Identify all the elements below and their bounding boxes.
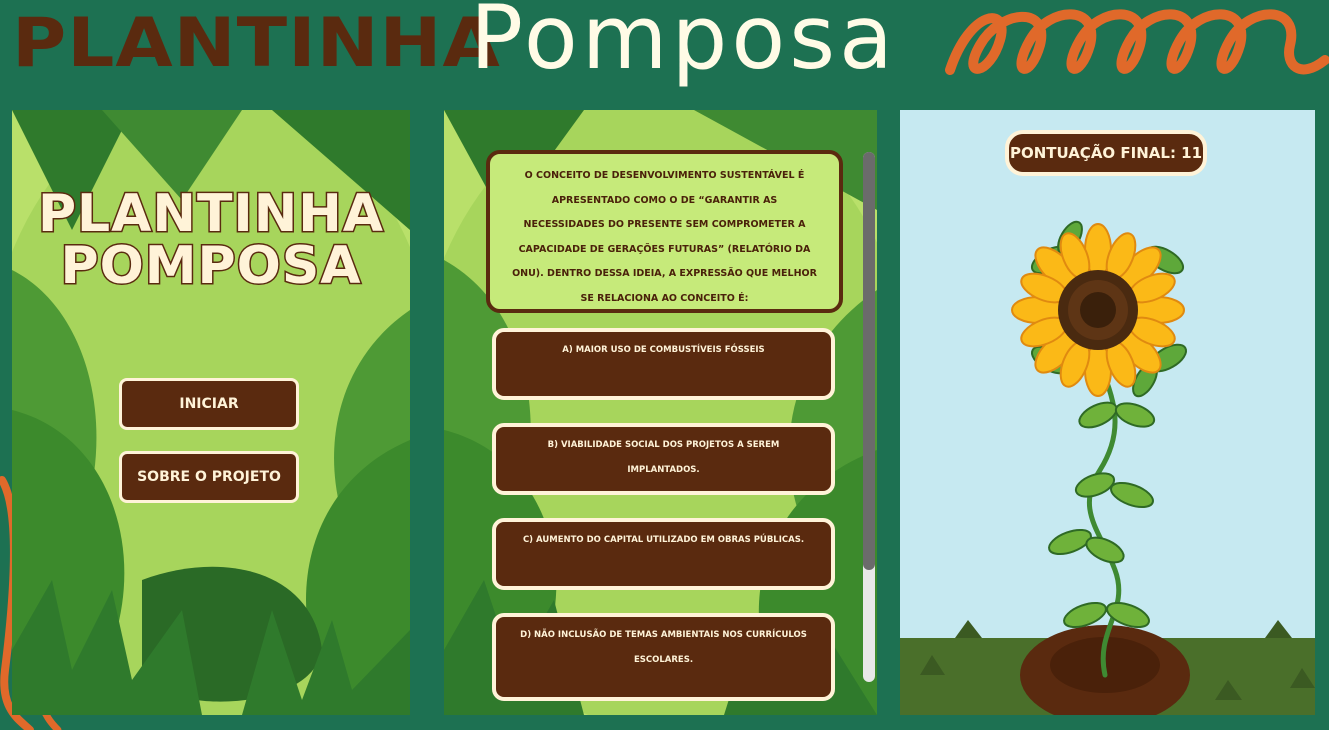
question-card: O conceito de desenvolvimento sustentáve…	[486, 150, 843, 313]
answer-option-a[interactable]: a) maior uso de combustíveis fósseis	[492, 328, 835, 400]
header: PLANTINHA Pomposa	[0, 0, 1329, 100]
game-logo: PLANTINHA POMPOSA	[12, 184, 410, 296]
start-button[interactable]: INICIAR	[119, 378, 299, 430]
answer-option-c[interactable]: c) aumento do capital utilizado em obras…	[492, 518, 835, 590]
decorative-scribble	[945, 9, 1329, 75]
title-plantinha: PLANTINHA	[12, 3, 501, 83]
logo-line-1: PLANTINHA	[36, 184, 385, 244]
sunflower-scene	[900, 110, 1315, 715]
final-score-badge: PONTUAÇÃO FINAL: 11	[1005, 130, 1207, 176]
about-project-button[interactable]: SOBRE O PROJETO	[119, 451, 299, 503]
quiz-screen: O conceito de desenvolvimento sustentáve…	[444, 110, 877, 715]
title-pomposa: Pomposa	[470, 0, 897, 89]
answer-option-b[interactable]: b) viabilidade social dos projetos a ser…	[492, 423, 835, 495]
logo-line-2: POMPOSA	[59, 236, 362, 296]
answer-option-d[interactable]: d) não inclusão de temas ambientais nos …	[492, 613, 835, 701]
menu-screen: PLANTINHA POMPOSA INICIAR SOBRE O PROJET…	[12, 110, 410, 715]
scrollbar-thumb[interactable]	[863, 152, 875, 570]
result-screen: PONTUAÇÃO FINAL: 11	[900, 110, 1315, 715]
